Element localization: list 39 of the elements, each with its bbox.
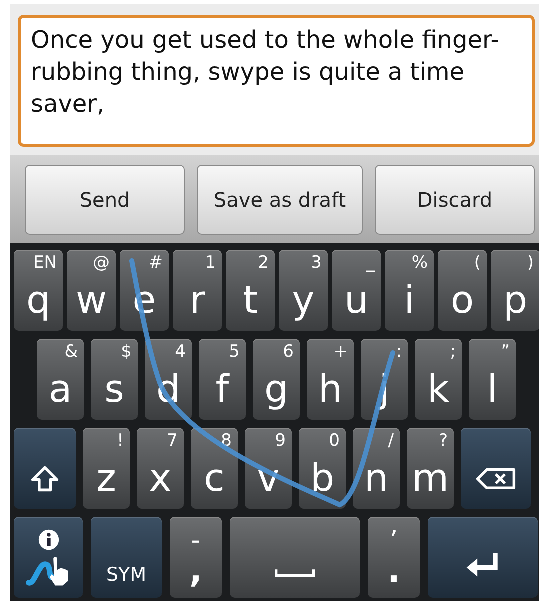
keyboard-key[interactable]: ; k bbox=[415, 339, 462, 420]
keyboard-key[interactable]: 0 b bbox=[299, 428, 346, 509]
keyboard-key[interactable]: SYM bbox=[91, 517, 162, 598]
keyboard-key[interactable]: EN q bbox=[14, 250, 63, 331]
keyboard-key[interactable]: % i bbox=[385, 250, 434, 331]
action-button[interactable]: Send bbox=[25, 165, 185, 235]
message-field[interactable]: Once you get used to the whole finger-rubbing thing, swype is quite a time saver, bbox=[18, 15, 535, 147]
keyboard-key[interactable]: 8 c bbox=[191, 428, 238, 509]
keyboard-key[interactable]: _ u bbox=[332, 250, 381, 331]
keyboard-key[interactable]: / n bbox=[353, 428, 400, 509]
keyboard-key[interactable]: 2 t bbox=[226, 250, 275, 331]
keyboard-key[interactable]: ! z bbox=[83, 428, 130, 509]
keyboard-key[interactable]: ( o bbox=[438, 250, 487, 331]
space-bar-icon bbox=[275, 568, 315, 578]
info-icon bbox=[38, 528, 60, 550]
keyboard-key[interactable]: & a bbox=[37, 339, 84, 420]
keyboard-key[interactable]: + h bbox=[307, 339, 354, 420]
keyboard-key[interactable]: - , bbox=[170, 517, 222, 598]
keyboard-key[interactable]: 7 x bbox=[137, 428, 184, 509]
keyboard-key[interactable]: 5 f bbox=[199, 339, 246, 420]
keyboard-key[interactable]: @ w bbox=[67, 250, 116, 331]
enter-icon bbox=[465, 550, 501, 578]
keyboard-key[interactable]: ? m bbox=[407, 428, 454, 509]
keyboard-key[interactable]: ’ . bbox=[368, 517, 420, 598]
keyboard-key[interactable]: 6 g bbox=[253, 339, 300, 420]
shift-icon bbox=[31, 464, 59, 492]
keyboard-key[interactable]: ) p bbox=[491, 250, 539, 331]
swipe-hand-icon bbox=[26, 554, 72, 586]
keyboard-key[interactable]: $ s bbox=[91, 339, 138, 420]
keyboard-key[interactable] bbox=[14, 517, 83, 598]
keyboard-key[interactable]: ” l bbox=[469, 339, 516, 420]
keyboard-key[interactable] bbox=[461, 428, 531, 509]
keyboard-key[interactable] bbox=[428, 517, 538, 598]
keyboard-key[interactable]: 1 r bbox=[173, 250, 222, 331]
action-button[interactable]: Discard bbox=[375, 165, 535, 235]
keyboard-key[interactable]: 3 y bbox=[279, 250, 328, 331]
keyboard-key[interactable] bbox=[14, 428, 76, 509]
action-button[interactable]: Save as draft bbox=[197, 165, 363, 235]
backspace-icon bbox=[476, 468, 516, 490]
